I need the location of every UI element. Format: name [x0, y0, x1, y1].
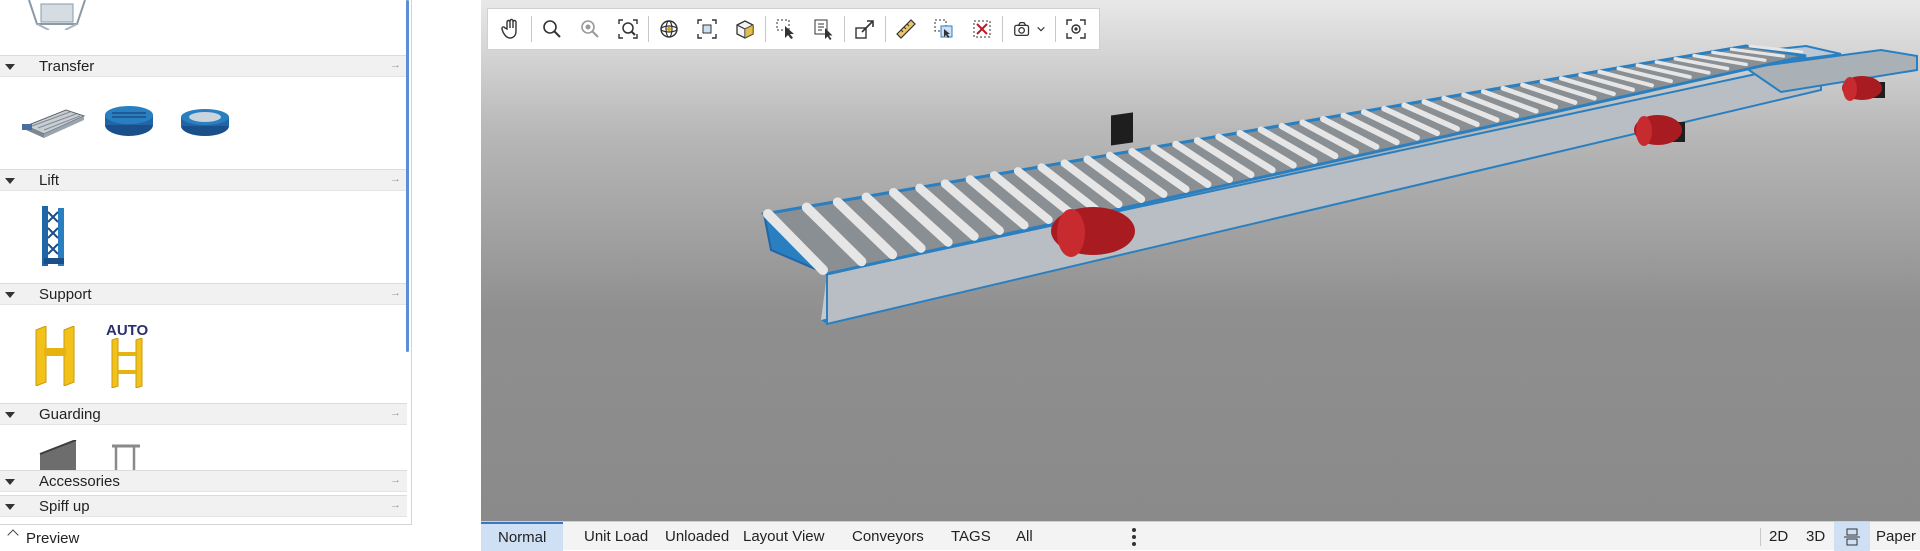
- collapse-triangle-icon: [5, 64, 15, 70]
- category-label: Lift: [39, 172, 60, 189]
- tab-all[interactable]: All: [999, 522, 1050, 551]
- delete-selection-icon[interactable]: [963, 10, 1001, 48]
- toolbar-separator: [885, 16, 886, 42]
- orbit-icon[interactable]: [650, 10, 688, 48]
- collapse-triangle-icon: [5, 479, 15, 485]
- auto-badge: AUTO: [106, 322, 149, 339]
- collapse-triangle-icon: [5, 292, 15, 298]
- vertical-lift-icon[interactable]: [40, 204, 68, 272]
- pin-arrow-icon[interactable]: →: [390, 287, 401, 299]
- view-cube-icon[interactable]: [726, 10, 764, 48]
- view-tabs-bar: Normal Unit Load Unloaded Layout View Co…: [481, 521, 1920, 551]
- toolbar-separator: [531, 16, 532, 42]
- round-turntable-icon[interactable]: [180, 107, 230, 141]
- toolbar-separator: [844, 16, 845, 42]
- toolbar-separator: [648, 16, 649, 42]
- mode-2d-button[interactable]: 2D: [1769, 522, 1788, 551]
- fit-selection-icon[interactable]: [688, 10, 726, 48]
- category-label: Support: [39, 286, 92, 303]
- pin-arrow-icon[interactable]: →: [390, 499, 401, 511]
- category-support-items: AUTO: [0, 306, 407, 402]
- more-vertical-icon[interactable]: [1132, 528, 1138, 548]
- paper-label: Paper: [1876, 528, 1917, 545]
- chevron-down-icon: [1037, 26, 1045, 32]
- category-accessories-header[interactable]: Accessories →: [0, 470, 407, 492]
- category-label: Spiff up: [39, 498, 90, 515]
- viewport-toolbar: [487, 8, 1100, 50]
- category-transfer-items: [0, 78, 407, 168]
- toolbar-separator: [1055, 16, 1056, 42]
- h-support-icon[interactable]: [34, 325, 78, 390]
- guard-rail-icon[interactable]: [110, 442, 142, 470]
- category-guarding-items: [0, 426, 407, 470]
- toolbar-separator: [1002, 16, 1003, 42]
- category-lift-header[interactable]: Lift →: [0, 169, 407, 191]
- catalog-scroll-area: Transfer → Lift → Support → AUTO Guardin…: [0, 0, 407, 520]
- mode-separator: [1760, 528, 1761, 546]
- paper-mode-button[interactable]: Paper: [1834, 522, 1916, 551]
- focus-icon[interactable]: [1057, 10, 1095, 48]
- pan-hand-icon[interactable]: [492, 10, 530, 48]
- tab-layout-view[interactable]: Layout View: [726, 522, 841, 551]
- camera-icon[interactable]: [1004, 10, 1054, 48]
- category-support-header[interactable]: Support →: [0, 283, 407, 305]
- select-icon[interactable]: [767, 10, 805, 48]
- zoom-extents-icon[interactable]: [609, 10, 647, 48]
- category-label: Guarding: [39, 406, 101, 423]
- category-guarding-header[interactable]: Guarding →: [0, 403, 407, 425]
- conveyor-3d-scene[interactable]: [481, 0, 1920, 521]
- collapse-triangle-icon: [5, 412, 15, 418]
- tab-normal[interactable]: Normal: [481, 522, 564, 551]
- collapse-triangle-icon: [5, 178, 15, 184]
- category-spiff-up-header[interactable]: Spiff up →: [0, 495, 407, 517]
- catalog-scrollbar[interactable]: [406, 0, 409, 352]
- motor-far: [1842, 76, 1885, 101]
- category-label: Transfer: [39, 58, 95, 75]
- toolbar-separator: [765, 16, 766, 42]
- guard-panel-icon[interactable]: [38, 439, 80, 470]
- auto-support-icon[interactable]: AUTO: [104, 322, 154, 388]
- mode-3d-button[interactable]: 3D: [1806, 522, 1825, 551]
- zoom-window-icon[interactable]: [571, 10, 609, 48]
- pin-arrow-icon[interactable]: →: [390, 407, 401, 419]
- pin-arrow-icon[interactable]: →: [390, 173, 401, 185]
- chevron-up-icon: [7, 529, 19, 541]
- 3d-viewport[interactable]: [481, 0, 1920, 521]
- roller-transfer-icon[interactable]: [22, 102, 86, 142]
- catalog-panel: Transfer → Lift → Support → AUTO Guardin…: [0, 0, 412, 550]
- collapse-triangle-icon: [5, 504, 15, 510]
- copy-selection-icon[interactable]: [925, 10, 963, 48]
- preview-toggle[interactable]: Preview: [0, 524, 412, 550]
- tab-tags[interactable]: TAGS: [934, 522, 1008, 551]
- move-icon[interactable]: [846, 10, 884, 48]
- turntable-icon[interactable]: [104, 105, 154, 141]
- zoom-icon[interactable]: [533, 10, 571, 48]
- measure-icon[interactable]: [887, 10, 925, 48]
- frame-structure-icon[interactable]: [25, 0, 87, 31]
- category-label: Accessories: [39, 473, 120, 490]
- category-transfer-header[interactable]: Transfer →: [0, 55, 407, 77]
- pin-arrow-icon[interactable]: →: [390, 59, 401, 71]
- tab-conveyors[interactable]: Conveyors: [835, 522, 941, 551]
- pin-arrow-icon[interactable]: →: [390, 474, 401, 486]
- paper-layout-icon: [1834, 522, 1870, 551]
- select-list-icon[interactable]: [805, 10, 843, 48]
- category-lift-items: [0, 192, 407, 282]
- preview-label: Preview: [26, 530, 80, 547]
